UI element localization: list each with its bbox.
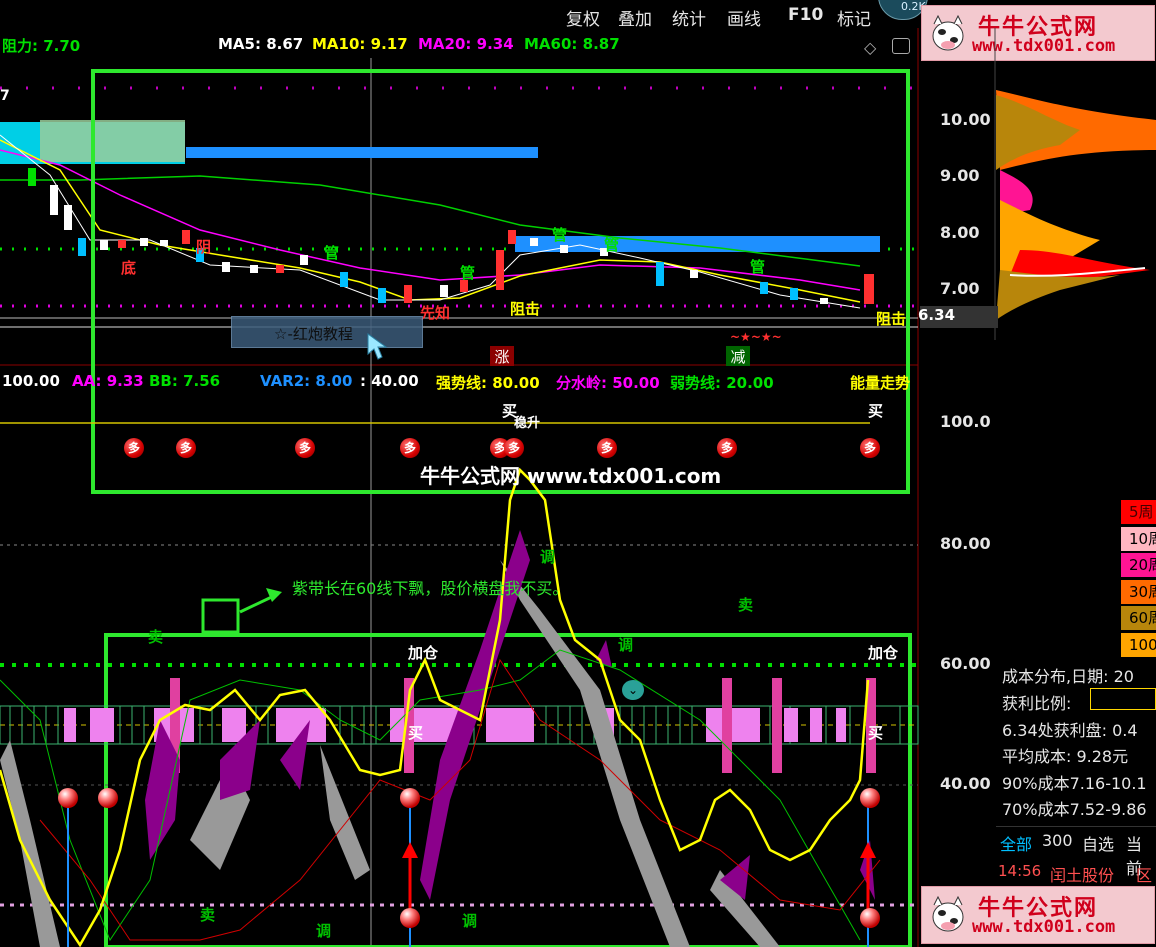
signal-sell: 卖: [200, 906, 216, 924]
grey-ribbon-c: [320, 745, 370, 880]
signal-adjust: 调: [462, 912, 478, 930]
indicator-weak: 弱势线: 20.00: [670, 374, 774, 392]
signal-sell: 卖: [738, 596, 754, 614]
green-band: [40, 120, 185, 162]
signal-zuji: 阻击: [876, 310, 907, 328]
indicator-bb: BB: 7.56: [149, 372, 221, 390]
signal-ying: 管: [552, 226, 568, 244]
signal-buy: 买: [408, 724, 424, 742]
legend-5w: 5周: [1121, 500, 1156, 524]
cost-90: 90%成本7.16-10.1: [1002, 774, 1147, 793]
cost-70: 70%成本7.52-9.86: [1002, 800, 1147, 819]
indicator-40: : 40.00: [360, 372, 419, 390]
signal-steady: 稳升: [514, 416, 541, 431]
indicator-var2: VAR2: 8.00: [260, 372, 353, 390]
osc-tick-40: 40.00: [940, 774, 991, 793]
signal-stars: ~★~★~: [730, 330, 782, 344]
signal-buy: 买: [868, 724, 884, 742]
legend-30w: 30周: [1121, 580, 1156, 604]
signal-add: 加仓: [868, 644, 899, 662]
indicator-strong: 强势线: 80.00: [436, 374, 540, 392]
profit-at-price: 6.34处获利盘: 0.4: [1002, 721, 1138, 740]
signal-ying: 管: [604, 236, 620, 254]
grey-ribbon-d: [500, 560, 690, 947]
bottom-tab-bar: 全部 300 自选 当前: [996, 826, 1156, 878]
watermark-text: 牛牛公式网 www.tdx001.com: [420, 464, 722, 488]
signal-adjust: 调: [316, 922, 332, 940]
legend-20w: 20周: [1121, 553, 1156, 577]
duo-marker: 多: [717, 438, 737, 458]
signal-yin: 阴: [196, 238, 212, 256]
indicator-energy: 能量走势: [850, 374, 911, 392]
legend-100w: 100周: [1121, 633, 1156, 657]
price-tick-7: 7.00: [940, 279, 980, 298]
signal-ying: 管: [460, 264, 476, 282]
price-tick-10: 10.00: [940, 110, 991, 129]
signal-adjust: 调: [618, 636, 634, 654]
signal-add: 加仓: [408, 644, 439, 662]
osc-tick-60: 60.00: [940, 654, 991, 673]
tab-all[interactable]: 全部: [1000, 831, 1032, 855]
indicator-value-100: 100.00: [2, 372, 60, 390]
signal-zuji: 阻击: [510, 300, 541, 318]
duo-marker: 多: [295, 438, 315, 458]
ticker-time: 14:56: [998, 862, 1042, 880]
cost-distribution-chart: [996, 90, 1156, 320]
blue-band-top: [186, 147, 538, 158]
ticker-row[interactable]: 14:56 闰土股份 区: [996, 858, 1156, 885]
signal-sell: 卖: [148, 628, 164, 646]
red-ball-marker: [860, 908, 880, 928]
duo-marker: 多: [400, 438, 420, 458]
duo-marker: 多: [597, 438, 617, 458]
signal-ying: 管: [324, 244, 340, 262]
indicator-split: 分水岭: 50.00: [556, 374, 660, 392]
average-cost: 平均成本: 9.28元: [1002, 747, 1129, 766]
red-up-arrow-icon: [402, 842, 418, 910]
cursor-icon: [367, 333, 388, 360]
tutorial-button[interactable]: ☆-红炮教程: [231, 316, 423, 348]
signal-zhang: 涨: [490, 346, 514, 366]
purple-ribbon-e: [596, 640, 612, 668]
annotation-text: 紫带长在60线下飘，股价横盘我不买。: [292, 579, 569, 598]
signal-di: 底: [121, 259, 137, 277]
chevron-down-icon: ⌄: [622, 680, 644, 700]
profit-ratio-label: 获利比例:: [1002, 694, 1072, 713]
profit-ratio-bar: [1090, 688, 1156, 710]
osc-tick-80: 80.00: [940, 534, 991, 553]
signal-buy: 买: [868, 402, 884, 420]
red-ball-marker: [860, 788, 880, 808]
last-price-label: 6.34: [918, 306, 956, 324]
signal-jian: 减: [726, 346, 750, 366]
osc-tick-100: 100.0: [940, 412, 991, 431]
ticker-more: 区: [1136, 866, 1153, 885]
ma60-line: [0, 175, 861, 267]
red-ball-marker: [58, 788, 78, 808]
red-ball-marker: [98, 788, 118, 808]
red-up-arrow-icon: [860, 842, 876, 910]
grey-ribbon-a: [0, 740, 60, 947]
duo-marker: 多: [504, 438, 524, 458]
legend-60w: 60周: [1121, 606, 1156, 630]
blue-band-right: [515, 236, 880, 252]
duo-marker: 多: [124, 438, 144, 458]
cost-date: 成本分布,日期: 20: [1002, 667, 1134, 686]
duo-marker: 多: [176, 438, 196, 458]
legend-10w: 10周: [1121, 527, 1156, 551]
annotation-box: [201, 598, 240, 634]
tab-300[interactable]: 300: [1042, 831, 1073, 850]
tab-watchlist[interactable]: 自选: [1082, 831, 1114, 855]
price-tick-9: 9.00: [940, 166, 980, 185]
ticker-name: 闰土股份: [1050, 866, 1115, 885]
red-ball-marker: [400, 908, 420, 928]
signal-ying: 管: [750, 258, 766, 276]
duo-marker: 多: [860, 438, 880, 458]
signal-adjust: 调: [540, 548, 556, 566]
red-ball-marker: [400, 788, 420, 808]
signal-xianzhi: 先知: [420, 304, 451, 322]
indicator-aa: AA: 9.33: [72, 372, 144, 390]
price-tick-8: 8.00: [940, 223, 980, 242]
